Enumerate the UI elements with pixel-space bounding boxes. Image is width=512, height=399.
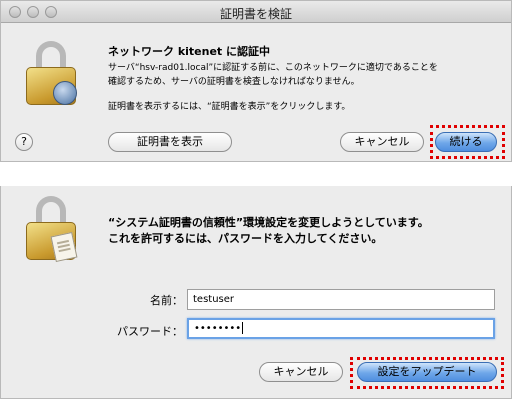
auth-heading-line-2: これを許可するには、パスワードを入力してください。: [108, 232, 383, 245]
text-caret: [242, 322, 244, 334]
auth-heading-line-1: “システム証明書の信頼性”環境設定を変更しようとしています。: [108, 216, 429, 229]
update-highlight-box: [350, 357, 504, 389]
password-value: ••••••••: [194, 323, 242, 334]
instruction-text: 証明書を表示するには、“証明書を表示”をクリックします。: [108, 102, 351, 112]
show-certificate-button[interactable]: 証明書を表示: [108, 132, 232, 152]
name-label: 名前：: [150, 294, 183, 307]
continue-highlight-box: [430, 125, 505, 159]
help-button[interactable]: ?: [15, 133, 33, 151]
cancel-button[interactable]: キャンセル: [340, 132, 424, 152]
body-line-1: サーバ“hsv-rad01.local”に認証する前に、このネットワークに適切で…: [108, 63, 438, 73]
lock-certificate-icon: [23, 196, 79, 263]
password-field[interactable]: ••••••••: [187, 318, 495, 339]
cancel-button[interactable]: キャンセル: [259, 362, 343, 382]
authentication-dialog: “システム証明書の信頼性”環境設定を変更しようとしています。 これを許可するには…: [0, 186, 512, 399]
window-title: 証明書を検証: [219, 7, 292, 21]
verify-certificate-dialog: 証明書を検証 ネットワーク kitenet に認証中 サーバ“hsv-rad01…: [0, 0, 512, 162]
globe-icon: [53, 81, 77, 105]
password-label: パスワード：: [117, 325, 183, 338]
dialog-heading: ネットワーク kitenet に認証中: [108, 45, 271, 58]
lock-network-icon: [23, 41, 79, 107]
body-line-2: 確認するため、サーバの証明書を検査しなければなりません。: [108, 77, 360, 87]
title-bar: 証明書を検証: [1, 1, 511, 23]
name-field[interactable]: testuser: [187, 289, 495, 310]
